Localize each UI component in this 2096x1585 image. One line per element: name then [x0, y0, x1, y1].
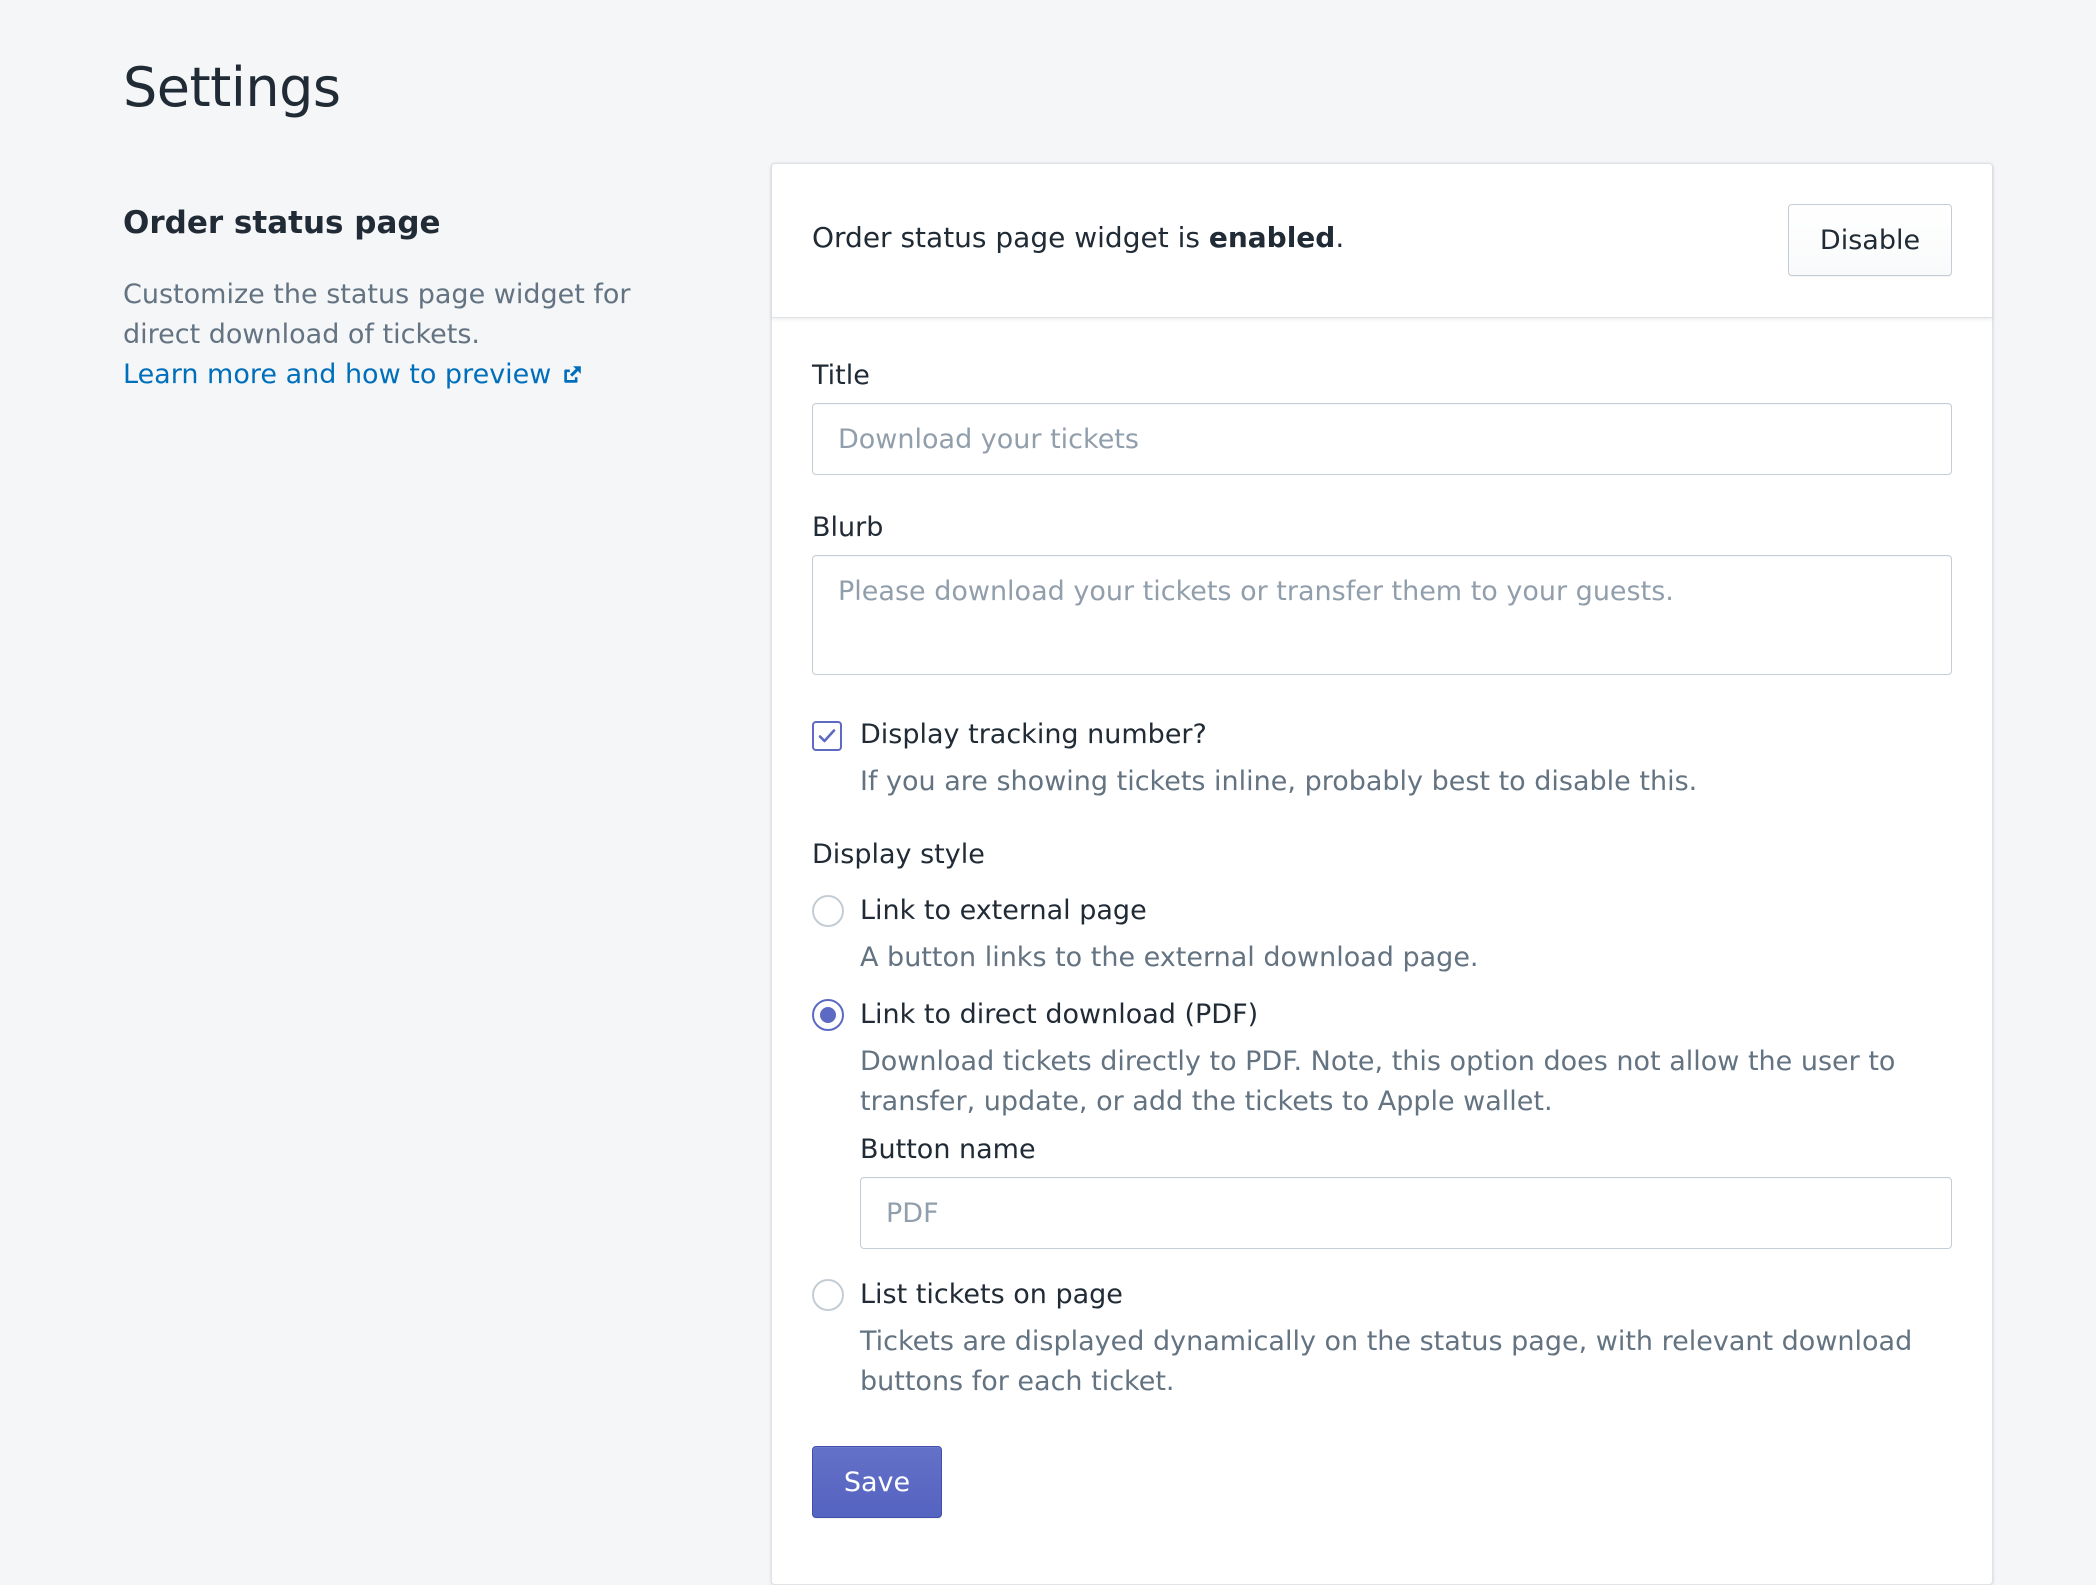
blurb-textarea[interactable]: [812, 555, 1952, 675]
option-list-tickets-label[interactable]: List tickets on page: [860, 1279, 1123, 1310]
settings-card: Order status page widget is enabled. Dis…: [771, 163, 1993, 1585]
option-list-tickets-help: Tickets are displayed dynamically on the…: [860, 1326, 1913, 1397]
page-title: Settings: [123, 56, 341, 119]
radio-external-page[interactable]: [812, 895, 844, 927]
button-name-input[interactable]: [860, 1177, 1952, 1249]
disable-button[interactable]: Disable: [1788, 204, 1952, 276]
save-button[interactable]: Save: [812, 1446, 942, 1518]
tracking-checkbox[interactable]: [812, 721, 842, 751]
tracking-help-text: If you are showing tickets inline, proba…: [860, 766, 1698, 797]
tracking-label[interactable]: Display tracking number?: [860, 719, 1207, 750]
status-prefix: Order status page widget is: [812, 221, 1209, 254]
widget-status-text: Order status page widget is enabled.: [812, 221, 1344, 254]
title-input[interactable]: [812, 403, 1952, 475]
option-external-page-help: A button links to the external download …: [860, 942, 1479, 973]
button-name-label: Button name: [860, 1134, 1036, 1165]
card-header: Order status page widget is enabled. Dis…: [772, 164, 1992, 318]
status-suffix: .: [1335, 221, 1345, 254]
status-state: enabled: [1208, 221, 1336, 254]
radio-list-tickets[interactable]: [812, 1279, 844, 1311]
checkmark-icon: [818, 729, 836, 743]
option-direct-download-help: Download tickets directly to PDF. Note, …: [860, 1046, 1896, 1117]
option-external-page-label[interactable]: Link to external page: [860, 895, 1147, 926]
title-label: Title: [812, 360, 870, 391]
option-direct-download-label[interactable]: Link to direct download (PDF): [860, 999, 1258, 1030]
learn-more-link[interactable]: Learn more and how to preview: [123, 355, 583, 395]
blurb-label: Blurb: [812, 512, 884, 543]
radio-direct-download[interactable]: [812, 999, 844, 1031]
learn-more-link-label: Learn more and how to preview: [123, 359, 552, 390]
section-heading: Order status page: [123, 205, 441, 241]
display-style-label: Display style: [812, 839, 985, 870]
section-description: Customize the status page widget for dir…: [123, 279, 631, 350]
external-link-icon: [561, 364, 583, 386]
section-info: Order status page Customize the status p…: [123, 205, 713, 395]
